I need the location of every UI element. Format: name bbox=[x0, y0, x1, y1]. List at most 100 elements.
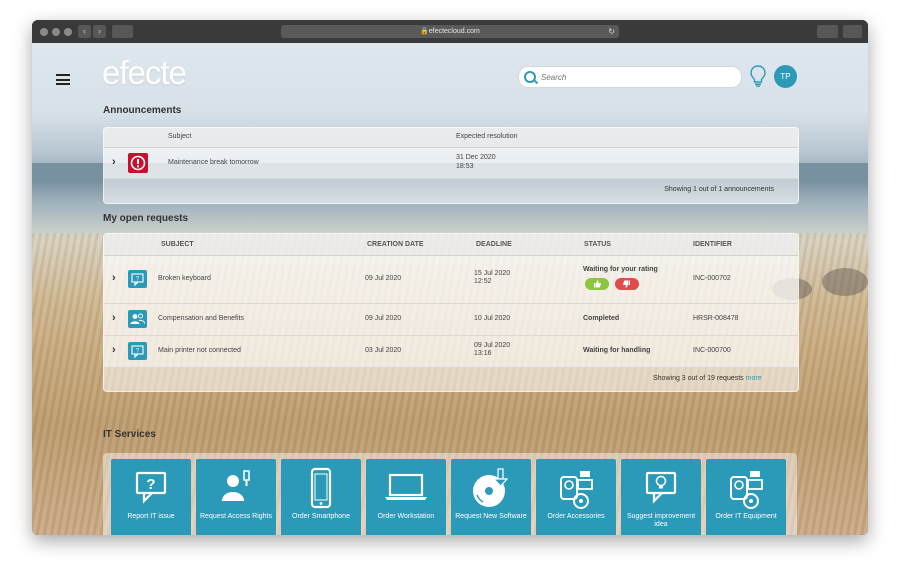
svg-text:?: ? bbox=[146, 476, 155, 493]
requests-count: Showing 3 out of 19 requests bbox=[653, 375, 744, 382]
chevron-right-icon[interactable]: › bbox=[112, 312, 116, 324]
service-tile-label: Order Accessories bbox=[547, 513, 605, 520]
sidebar-toggle-icon[interactable] bbox=[112, 25, 133, 38]
service-tile-label: Suggest improvement idea bbox=[626, 513, 696, 528]
user-key-icon bbox=[196, 467, 276, 511]
forward-icon[interactable]: › bbox=[93, 25, 106, 38]
chevron-right-icon[interactable]: › bbox=[112, 156, 116, 168]
request-deadline-time: 12:52 bbox=[474, 278, 492, 285]
request-identifier: HRSR-008478 bbox=[693, 315, 739, 322]
services-title: IT Services bbox=[103, 429, 156, 440]
search-icon bbox=[524, 71, 536, 83]
service-tile-order-it-equipment[interactable]: Order IT Equipment bbox=[706, 459, 786, 535]
close-window-icon[interactable] bbox=[40, 28, 48, 36]
announcement-subject: Maintenance break tomorrow bbox=[168, 159, 259, 166]
request-status: Completed bbox=[583, 315, 620, 322]
reload-icon[interactable]: ↻ bbox=[608, 25, 615, 38]
request-deadline: 09 Jul 2020 bbox=[474, 342, 511, 349]
devices-icon bbox=[706, 467, 786, 511]
request-subject: Main printer not connected bbox=[158, 347, 241, 354]
logo: efecte bbox=[102, 54, 187, 91]
thumbs-down-button[interactable] bbox=[615, 278, 639, 290]
people-icon bbox=[128, 310, 147, 328]
service-tile-label: Report IT issue bbox=[127, 513, 175, 520]
smartphone-icon bbox=[281, 467, 361, 511]
back-icon[interactable]: ‹ bbox=[78, 25, 91, 38]
column-expected-resolution[interactable]: Expected resolution bbox=[456, 133, 517, 140]
request-status: Waiting for handling bbox=[583, 347, 651, 354]
requests-footer: Showing 3 out of 19 requests more bbox=[653, 375, 762, 382]
request-created: 03 Jul 2020 bbox=[365, 347, 402, 354]
request-deadline-time: 13:16 bbox=[474, 350, 492, 357]
announcement-time: 18:53 bbox=[456, 163, 474, 170]
request-row[interactable]: › Compensation and Benefits 09 Jul 2020 … bbox=[104, 304, 798, 336]
tabs-icon[interactable] bbox=[843, 25, 862, 38]
browser-toolbar: ‹ › 🔒efectecloud.com ↻ bbox=[32, 20, 868, 44]
url-text: efectecloud.com bbox=[428, 28, 480, 35]
chat-question-icon: ? bbox=[111, 467, 191, 511]
service-tile-request-access-rights[interactable]: Request Access Rights bbox=[196, 459, 276, 535]
chat-question-icon: ? bbox=[128, 270, 147, 288]
search-input[interactable] bbox=[539, 69, 733, 86]
request-row[interactable]: › ? Broken keyboard 09 Jul 2020 15 Jul 2… bbox=[104, 256, 798, 304]
service-tile-report-it-issue[interactable]: ? Report IT issue bbox=[111, 459, 191, 535]
page-content: efecte TP Announcements Subject Expected… bbox=[32, 43, 868, 535]
address-bar[interactable]: 🔒efectecloud.com ↻ bbox=[281, 25, 619, 38]
request-identifier: INC-000702 bbox=[693, 275, 731, 282]
services-panel: ? Report IT issue Request Access Rights … bbox=[103, 453, 797, 535]
maximize-window-icon[interactable] bbox=[64, 28, 72, 36]
service-tile-label: Request Access Rights bbox=[200, 513, 272, 520]
announcements-header: Subject Expected resolution bbox=[104, 128, 798, 148]
request-deadline: 15 Jul 2020 bbox=[474, 270, 511, 277]
column-subject[interactable]: SUBJECT bbox=[161, 241, 194, 248]
request-identifier: INC-000700 bbox=[693, 347, 731, 354]
thumbs-up-button[interactable] bbox=[585, 278, 609, 290]
lightbulb-icon[interactable] bbox=[750, 65, 766, 87]
requests-panel: SUBJECT CREATION DATE DEADLINE STATUS ID… bbox=[103, 233, 799, 392]
request-created: 09 Jul 2020 bbox=[365, 275, 402, 282]
request-created: 09 Jul 2020 bbox=[365, 315, 402, 322]
request-deadline: 10 Jul 2020 bbox=[474, 315, 511, 322]
alert-icon bbox=[128, 153, 148, 173]
service-tile-order-accessories[interactable]: Order Accessories bbox=[536, 459, 616, 535]
announcement-row[interactable]: › Maintenance break tomorrow 31 Dec 2020… bbox=[104, 148, 798, 179]
browser-window: ‹ › 🔒efectecloud.com ↻ efecte TP Announc… bbox=[32, 20, 868, 535]
column-creation-date[interactable]: CREATION DATE bbox=[367, 241, 424, 248]
request-row[interactable]: › ? Main printer not connected 03 Jul 20… bbox=[104, 336, 798, 368]
more-link[interactable]: more bbox=[746, 375, 762, 382]
laptop-icon bbox=[366, 467, 446, 511]
service-tile-suggest-improvement-idea[interactable]: Suggest improvement idea bbox=[621, 459, 701, 535]
requests-header: SUBJECT CREATION DATE DEADLINE STATUS ID… bbox=[104, 234, 798, 256]
chat-bulb-icon bbox=[621, 467, 701, 511]
announcement-date: 31 Dec 2020 bbox=[456, 154, 496, 161]
service-tile-order-smartphone[interactable]: Order Smartphone bbox=[281, 459, 361, 535]
service-tile-request-new-software[interactable]: Request New Software bbox=[451, 459, 531, 535]
request-subject: Compensation and Benefits bbox=[158, 315, 244, 322]
service-tile-label: Order Smartphone bbox=[292, 513, 350, 520]
announcements-footer: Showing 1 out of 1 announcements bbox=[664, 186, 774, 193]
search-box[interactable] bbox=[518, 66, 742, 88]
announcements-panel: Subject Expected resolution › Maintenanc… bbox=[103, 127, 799, 204]
announcements-title: Announcements bbox=[103, 105, 182, 116]
column-subject[interactable]: Subject bbox=[168, 133, 191, 140]
hamburger-icon[interactable] bbox=[56, 74, 70, 85]
lock-icon: 🔒 bbox=[420, 28, 429, 35]
background-rock bbox=[822, 268, 868, 296]
service-tile-order-workstation[interactable]: Order Workstation bbox=[366, 459, 446, 535]
request-subject: Broken keyboard bbox=[158, 275, 211, 282]
column-identifier[interactable]: IDENTIFIER bbox=[693, 241, 732, 248]
column-deadline[interactable]: DEADLINE bbox=[476, 241, 512, 248]
chat-question-icon: ? bbox=[128, 342, 147, 360]
minimize-window-icon[interactable] bbox=[52, 28, 60, 36]
chevron-right-icon[interactable]: › bbox=[112, 344, 116, 356]
devices-icon bbox=[536, 467, 616, 511]
avatar[interactable]: TP bbox=[774, 65, 797, 88]
service-tile-label: Order Workstation bbox=[377, 513, 435, 520]
request-status: Waiting for your rating bbox=[583, 266, 658, 273]
disc-download-icon bbox=[451, 467, 531, 511]
share-icon[interactable] bbox=[817, 25, 838, 38]
column-status[interactable]: STATUS bbox=[584, 241, 611, 248]
chevron-right-icon[interactable]: › bbox=[112, 272, 116, 284]
service-tile-label: Request New Software bbox=[455, 513, 527, 520]
service-tile-label: Order IT Equipment bbox=[715, 513, 777, 520]
